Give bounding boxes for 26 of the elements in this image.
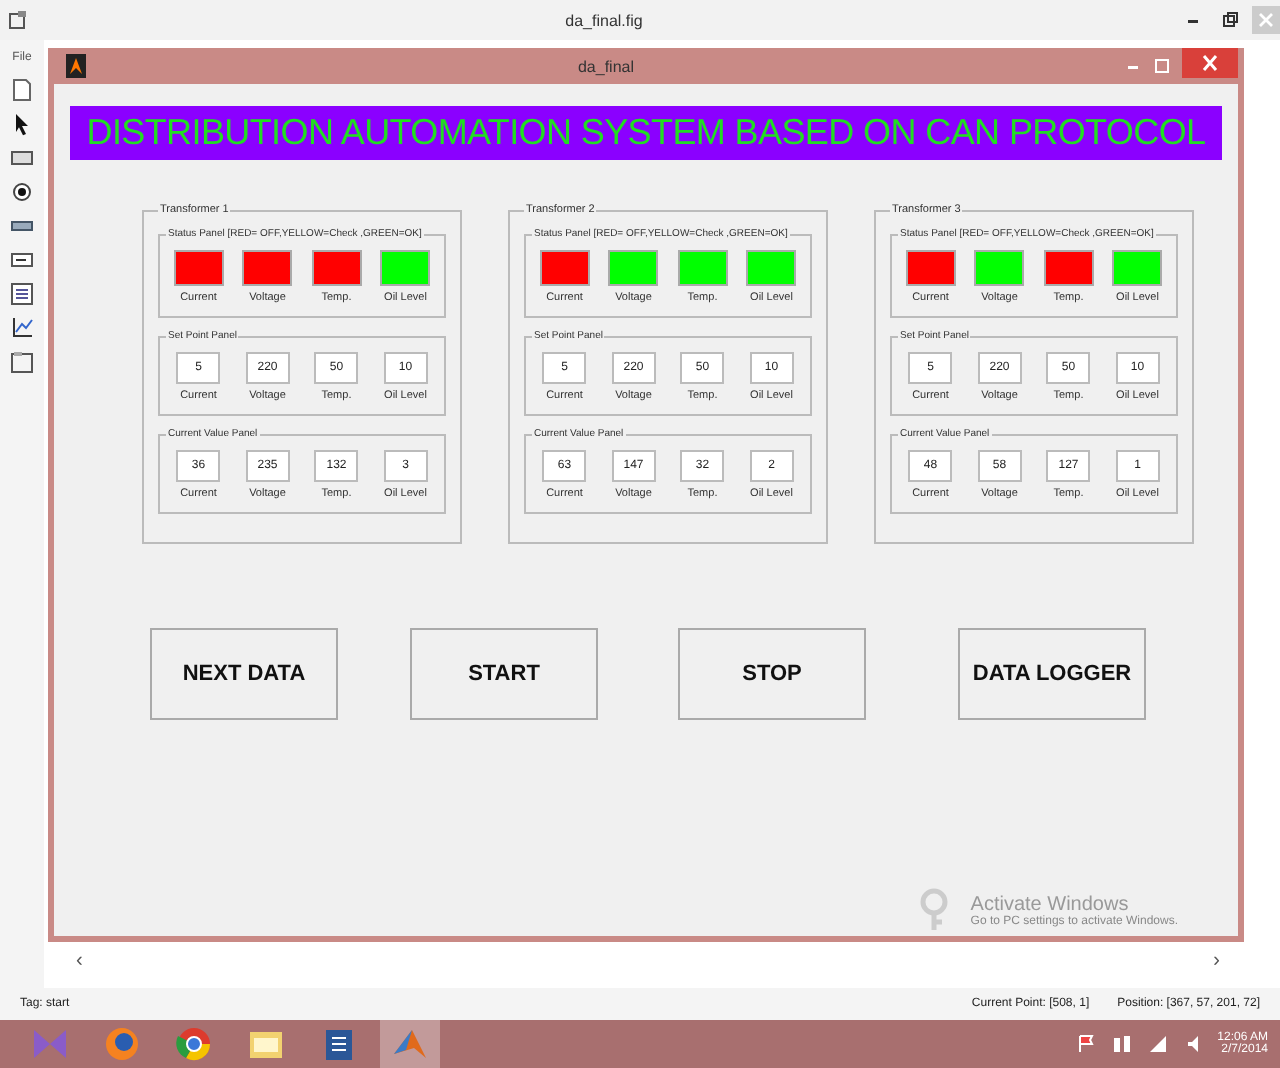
window-title: da_final [575,57,637,75]
pointer-icon[interactable] [10,112,34,136]
new-file-icon[interactable] [10,78,34,102]
title-banner: DISTRIBUTION AUTOMATION SYSTEM BASED ON CAN PROTOCOL [70,106,1222,160]
action-button[interactable]: DATA LOGGER [958,628,1146,720]
maximize-icon[interactable] [1154,58,1170,74]
flag-icon[interactable] [1075,1034,1096,1054]
speaker-icon[interactable] [1183,1034,1204,1054]
axes-tool-icon[interactable] [10,316,34,340]
panel-tool-icon[interactable] [10,350,34,374]
signal-icon[interactable] [1147,1034,1168,1054]
scroll-right-arrow[interactable]: › [1213,949,1220,971]
radio-tool-icon[interactable] [10,180,34,204]
restore-icon[interactable] [1222,12,1238,28]
close-icon[interactable] [1182,48,1238,78]
action-button[interactable]: NEXT DATA [150,628,338,720]
action-button[interactable]: START [410,628,598,720]
edit-tool-icon[interactable] [10,248,34,272]
window-title: da_final.fig [563,11,645,29]
listbox-tool-icon[interactable] [10,282,34,306]
action-button[interactable]: STOP [678,628,866,720]
button-tool-icon[interactable] [10,146,34,170]
scroll-left-arrow[interactable]: ‹ [76,949,83,971]
matlab-icon [66,54,86,78]
activation-title: Activate Windows [970,893,1131,915]
figure-icon [8,10,28,30]
